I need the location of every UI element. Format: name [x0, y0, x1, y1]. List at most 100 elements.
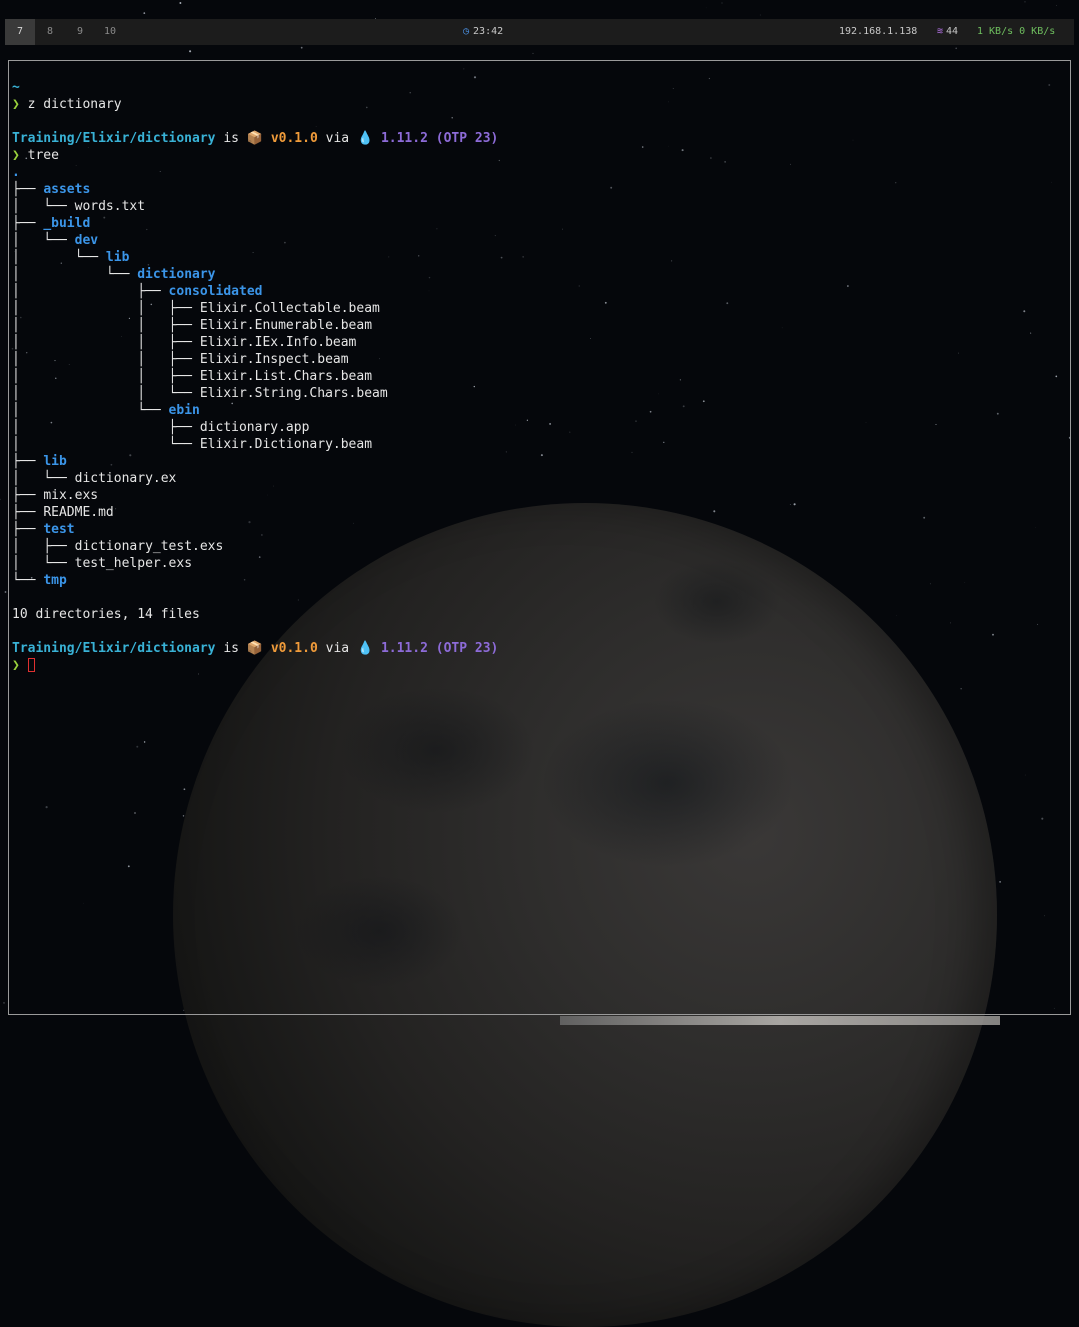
command-text: tree — [28, 148, 59, 163]
tree-branch: │ ├── — [12, 539, 75, 554]
directory-name: ebin — [169, 403, 200, 418]
status-bar: 78910 ◷23:42 192.168.1.138 ≋44 1 KB/s 0 … — [5, 19, 1074, 45]
package-version: v0.1.0 — [271, 131, 318, 146]
workspace-9[interactable]: 9 — [65, 19, 95, 45]
tree-root: . — [12, 164, 498, 181]
network-speed: 1 KB/s 0 KB/s — [977, 19, 1055, 45]
wifi-strength: 44 — [946, 26, 958, 37]
prompt-symbol: ❯ — [12, 658, 20, 673]
tree-branch: │ └── — [12, 403, 169, 418]
tree-directory: │ ├── consolidated — [12, 283, 498, 300]
tree-file: │ │ ├── Elixir.Inspect.beam — [12, 351, 498, 368]
file-name: Elixir.Dictionary.beam — [200, 437, 372, 452]
tree-branch: │ └── — [12, 471, 75, 486]
tree-directory: └── tmp — [12, 572, 498, 589]
directory-name: tmp — [43, 573, 66, 588]
directory-name: dictionary — [137, 267, 215, 282]
tree-branch: │ └── — [12, 437, 200, 452]
prompt-symbol: ❯ — [12, 97, 20, 112]
tree-directory: ├── _build — [12, 215, 498, 232]
tree-branch: ├── — [12, 216, 43, 231]
file-name: README.md — [43, 505, 113, 520]
file-name: Elixir.Collectable.beam — [200, 301, 380, 316]
tree-branch: ├── — [12, 505, 43, 520]
tree-file: │ └── dictionary.ex — [12, 470, 498, 487]
moon-lit-edge — [560, 1016, 1000, 1025]
file-name: dictionary_test.exs — [75, 539, 224, 554]
tree-file: │ │ ├── Elixir.IEx.Info.beam — [12, 334, 498, 351]
directory-name: consolidated — [169, 284, 263, 299]
elixir-drop-icon: 💧 — [357, 641, 373, 656]
command-line: ❯ tree — [12, 147, 498, 164]
workspace-8[interactable]: 8 — [35, 19, 65, 45]
tree-branch: │ │ ├── — [12, 352, 200, 367]
directory-name: test — [43, 522, 74, 537]
tree-branch: │ └── — [12, 267, 137, 282]
tree-branch: ├── — [12, 522, 43, 537]
tree-branch: │ │ ├── — [12, 318, 200, 333]
tree-directory: │ └── dev — [12, 232, 498, 249]
tree-directory: │ └── lib — [12, 249, 498, 266]
directory-name: assets — [43, 182, 90, 197]
tree-file: │ │ ├── Elixir.List.Chars.beam — [12, 368, 498, 385]
tree-branch: │ └── — [12, 199, 75, 214]
tree-branch: │ │ └── — [12, 386, 200, 401]
workspace-10[interactable]: 10 — [95, 19, 125, 45]
tree-branch: ├── — [12, 182, 43, 197]
prompt-path: Training/Elixir/dictionary — [12, 131, 216, 146]
tree-file: │ │ ├── Elixir.Collectable.beam — [12, 300, 498, 317]
tree-branch: │ │ ├── — [12, 335, 200, 350]
ip-address: 192.168.1.138 — [839, 19, 917, 45]
package-icon: 📦 — [247, 641, 263, 656]
prompt-info-line: Training/Elixir/dictionary is 📦 v0.1.0 v… — [12, 640, 498, 657]
file-name: dictionary.app — [200, 420, 310, 435]
elixir-version: 1.11.2 (OTP 23) — [381, 641, 498, 656]
tree-file: │ ├── dictionary_test.exs — [12, 538, 498, 555]
tree-summary: 10 directories, 14 files — [12, 606, 498, 623]
tree-branch: │ └── — [12, 250, 106, 265]
file-name: words.txt — [75, 199, 145, 214]
terminal-output: ~ ❯ z dictionary Training/Elixir/diction… — [12, 79, 498, 674]
tree-branch: ├── — [12, 488, 43, 503]
tree-branch: ├── — [12, 454, 43, 469]
tree-file: │ ├── dictionary.app — [12, 419, 498, 436]
directory-name: lib — [106, 250, 129, 265]
home-line: ~ — [12, 79, 498, 96]
tree-directory: ├── assets — [12, 181, 498, 198]
tree-file: │ └── test_helper.exs — [12, 555, 498, 572]
terminal-window[interactable]: ~ ❯ z dictionary Training/Elixir/diction… — [8, 60, 1071, 1015]
file-name: Elixir.List.Chars.beam — [200, 369, 372, 384]
tree-file: ├── README.md — [12, 504, 498, 521]
wifi-status: ≋44 — [937, 19, 958, 45]
tree-file: ├── mix.exs — [12, 487, 498, 504]
tree-output: ├── assets│ └── words.txt├── _build│ └──… — [12, 181, 498, 589]
workspace-7[interactable]: 7 — [5, 19, 35, 45]
file-name: test_helper.exs — [75, 556, 192, 571]
file-name: dictionary.ex — [75, 471, 177, 486]
wifi-icon: ≋ — [937, 26, 943, 37]
prompt-path: Training/Elixir/dictionary — [12, 641, 216, 656]
file-name: Elixir.IEx.Info.beam — [200, 335, 357, 350]
clock: ◷23:42 — [463, 19, 503, 45]
tree-directory: ├── lib — [12, 453, 498, 470]
file-name: Elixir.Inspect.beam — [200, 352, 349, 367]
tree-branch: └── — [12, 573, 43, 588]
command-text: z dictionary — [28, 97, 122, 112]
terminal-cursor[interactable] — [28, 658, 35, 672]
tree-file: │ │ └── Elixir.String.Chars.beam — [12, 385, 498, 402]
tree-directory: │ └── ebin — [12, 402, 498, 419]
file-name: Elixir.Enumerable.beam — [200, 318, 372, 333]
tree-branch: │ │ ├── — [12, 369, 200, 384]
elixir-version: 1.11.2 (OTP 23) — [381, 131, 498, 146]
home-dir: ~ — [12, 80, 20, 95]
clock-time: 23:42 — [473, 26, 503, 37]
tree-branch: │ │ ├── — [12, 301, 200, 316]
tree-directory: ├── test — [12, 521, 498, 538]
command-line: ❯ z dictionary — [12, 96, 498, 113]
tree-branch: │ ├── — [12, 284, 169, 299]
tree-directory: │ └── dictionary — [12, 266, 498, 283]
file-name: Elixir.String.Chars.beam — [200, 386, 388, 401]
active-prompt-line: ❯ — [12, 657, 498, 674]
tree-file: │ └── words.txt — [12, 198, 498, 215]
tree-branch: │ └── — [12, 556, 75, 571]
